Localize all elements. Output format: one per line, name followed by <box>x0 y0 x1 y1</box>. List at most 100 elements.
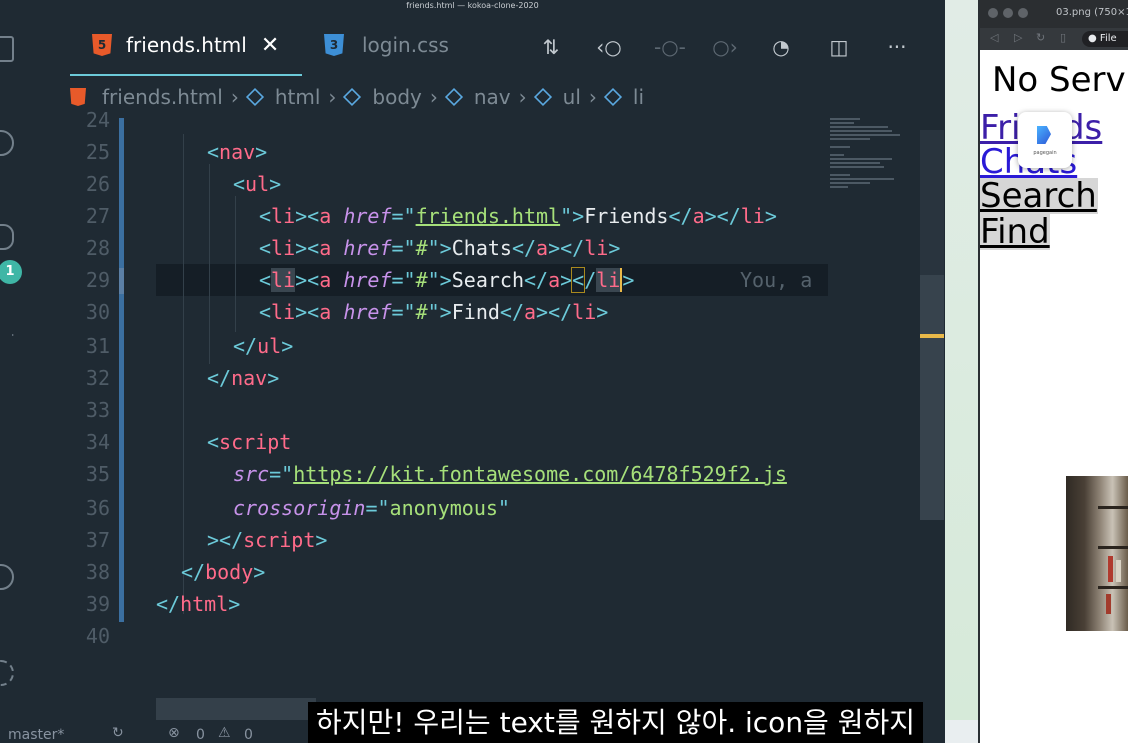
code-token: ul <box>245 172 270 196</box>
code-editor: friends.html — kokoa-clone-2020 1 5 frie… <box>0 0 945 743</box>
code-token: a <box>319 300 332 324</box>
code-token: href <box>343 236 392 260</box>
horizontal-scrollbar-thumb[interactable] <box>156 698 316 720</box>
extension-logo-icon <box>1037 126 1051 144</box>
code-token: src <box>233 462 270 486</box>
error-count: 0 <box>196 727 205 743</box>
source-control-badge: 1 <box>0 260 22 284</box>
line-number: 25 <box>85 140 110 164</box>
close-tab-icon[interactable]: ✕ <box>261 33 279 58</box>
code-token: friends.html <box>415 204 561 228</box>
explorer-icon[interactable] <box>0 36 14 62</box>
go-forward-icon[interactable]: ○› <box>712 34 738 60</box>
extension-popup[interactable]: pagegain <box>1018 112 1072 168</box>
breadcrumb-item[interactable]: nav <box>474 85 511 109</box>
close-window-icon[interactable] <box>988 8 998 18</box>
element-icon <box>245 87 264 107</box>
account-icon[interactable] <box>0 564 14 590</box>
tab-friends-html[interactable]: 5 friends.html ✕ <box>92 14 279 76</box>
source-control-icon[interactable]: ⇅ <box>538 34 564 60</box>
sync-icon[interactable]: ↻ <box>112 725 124 741</box>
element-icon <box>444 87 463 107</box>
tab-login-css[interactable]: 3 login.css <box>324 14 449 76</box>
code-token: https://kit.fontawesome.com/6478f529f2.j… <box>293 462 787 486</box>
element-icon <box>603 87 622 107</box>
breadcrumb-item[interactable]: ul <box>563 85 581 109</box>
indent-guide <box>183 134 184 614</box>
breadcrumb: friends.html › html › body › nav › ul › … <box>70 82 644 112</box>
vertical-scrollbar-thumb[interactable] <box>920 275 944 520</box>
code-token: a <box>692 204 705 228</box>
code-token: li <box>740 204 765 228</box>
git-graph-icon[interactable]: ◔ <box>768 34 794 60</box>
error-icon[interactable]: ⊗ <box>168 725 180 741</box>
line-number: 30 <box>85 300 110 324</box>
split-editor-icon[interactable]: ◫ <box>826 34 852 60</box>
line-number: 26 <box>85 172 110 196</box>
source-control-icon[interactable] <box>0 224 14 250</box>
nav-link-find[interactable]: Find <box>980 214 1050 250</box>
browser-titlebar: 03.png (750×133 <box>980 0 1128 28</box>
breadcrumb-item[interactable]: li <box>633 85 644 109</box>
code-token: li <box>271 236 296 260</box>
code-token: a <box>524 300 537 324</box>
code-token: nav <box>231 366 268 390</box>
run-debug-icon[interactable] <box>0 322 14 348</box>
code-token: ul <box>257 334 282 358</box>
browser-window: 03.png (750×133 ◁ ▷ ↻ ▯ ● File No Servi … <box>980 0 1128 743</box>
git-branch[interactable]: master* <box>8 727 64 743</box>
code-token: li <box>584 236 609 260</box>
scrollbar-cursor-marker <box>920 334 944 338</box>
line-number: 33 <box>85 398 110 422</box>
line-number: 37 <box>85 528 110 552</box>
settings-gear-icon[interactable] <box>0 660 14 686</box>
code-token: li <box>271 204 296 228</box>
code-token: Find <box>451 300 500 324</box>
code-token: href <box>343 204 392 228</box>
code-token: script <box>243 528 316 552</box>
code-token: Chats <box>451 236 512 260</box>
line-number: 24 <box>85 108 110 132</box>
warning-icon[interactable]: ⚠ <box>218 725 231 741</box>
timeline-icon[interactable]: -○- <box>654 34 686 60</box>
chevron-right-icon: › <box>230 85 239 109</box>
maximize-window-icon[interactable] <box>1018 8 1028 18</box>
code-token: crossorigin <box>233 496 366 520</box>
search-icon[interactable] <box>0 130 14 156</box>
info-icon: ● <box>1088 33 1097 44</box>
chevron-right-icon: › <box>328 85 337 109</box>
nav-link-search[interactable]: Search <box>980 178 1098 214</box>
minimize-window-icon[interactable] <box>1003 8 1013 18</box>
breadcrumb-item[interactable]: body <box>372 85 421 109</box>
window-title: friends.html — kokoa-clone-2020 <box>406 1 539 10</box>
tab-label: login.css <box>362 33 449 57</box>
bookmark-icon[interactable]: ▯ <box>1060 31 1066 44</box>
address-bar[interactable]: ● File <box>1082 31 1128 47</box>
code-token: href <box>343 268 392 292</box>
code-token: href <box>343 300 392 324</box>
breadcrumb-item[interactable]: friends.html <box>102 85 223 109</box>
line-number: 28 <box>85 236 110 260</box>
reload-icon[interactable]: ↻ <box>1036 31 1045 44</box>
go-back-icon[interactable]: ‹○ <box>596 34 622 60</box>
chevron-right-icon: › <box>588 85 597 109</box>
css3-icon: 3 <box>324 34 344 56</box>
code-token: li <box>572 300 597 324</box>
more-actions-icon[interactable]: ··· <box>884 34 910 60</box>
back-icon[interactable]: ◁ <box>990 31 998 44</box>
code-token: a <box>319 268 332 292</box>
code-token: nav <box>219 140 256 164</box>
indent-guide <box>235 196 236 332</box>
indent-guide <box>209 164 210 364</box>
code-token: # <box>415 268 428 292</box>
active-tab-indicator <box>70 74 302 76</box>
code-token: li <box>596 268 621 292</box>
breadcrumb-item[interactable]: html <box>275 85 321 109</box>
line-number: 27 <box>85 204 110 228</box>
line-number: 34 <box>85 430 110 454</box>
webcam-overlay <box>1066 476 1128 631</box>
code-token: html <box>180 592 229 616</box>
minimap[interactable] <box>830 116 920 196</box>
video-subtitle: 하지만! 우리는 text를 원하지 않아. icon을 원하지 <box>308 702 924 743</box>
forward-icon[interactable]: ▷ <box>1014 31 1022 44</box>
